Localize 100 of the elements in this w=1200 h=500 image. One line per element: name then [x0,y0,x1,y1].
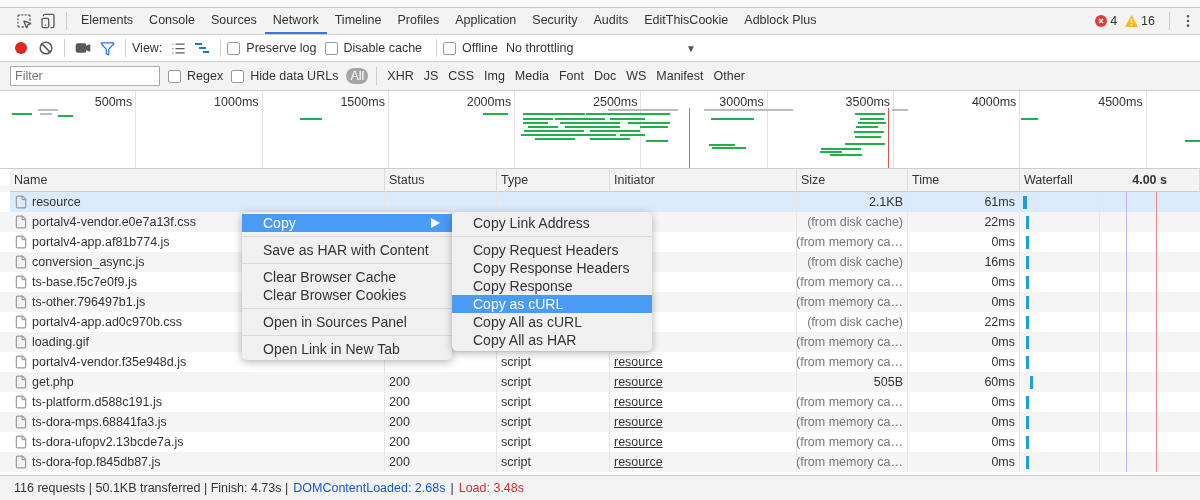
selected-row[interactable]: resource 2.1KB 61ms [10,192,1200,212]
option-label: Preserve log [246,41,317,55]
request-size: (from memory ca… [797,295,903,309]
waterfall-bar [1026,335,1029,349]
menu-item[interactable]: Open Link in New Tab [242,340,452,358]
waterfall-bar [1026,355,1029,369]
file-icon [14,295,28,309]
request-name[interactable]: get.php [32,375,74,389]
request-name[interactable]: conversion_async.js [32,255,145,269]
panel-tab[interactable]: Timeline [326,8,390,34]
initiator-link[interactable]: resource [614,435,663,449]
menu-item[interactable]: Clear Browser Cookies [242,286,452,304]
request-name[interactable]: ts-base.f5c7e0f9.js [32,275,137,289]
waterfall-bar [1026,415,1029,429]
column-header[interactable]: Name [14,173,48,187]
column-header[interactable]: Initiator [614,173,655,187]
status-text: DOMContentLoaded: 2.68s [293,481,446,495]
request-name[interactable]: ts-dora-ufopv2.13bcde7a.js [32,435,184,449]
request-name[interactable]: portalv4-vendor.f35e948d.js [32,355,187,369]
column-header[interactable]: Type [501,173,529,187]
menu-item[interactable]: Copy Response Headers [452,259,652,277]
menu-item[interactable]: Clear Browser Cache [242,268,452,286]
request-name[interactable]: ts-dora-mps.68841fa3.js [32,415,167,429]
panel-tab[interactable]: Adblock Plus [736,8,825,34]
initiator-link[interactable]: resource [614,355,663,369]
checkbox[interactable] [443,41,457,55]
type-filter[interactable]: Img [480,68,509,84]
panel-tab[interactable]: Profiles [389,8,448,34]
request-name[interactable]: loading.gif [32,335,89,349]
request-name[interactable]: ts-dora-fop.f845db87.js [32,455,161,469]
panel-tab[interactable]: Security [524,8,586,34]
request-size: (from memory ca… [797,235,903,249]
column-header[interactable]: Time [912,173,940,187]
panel-tab[interactable]: Console [141,8,203,34]
type-filter[interactable]: WS [622,68,651,84]
request-time: 0ms [991,415,1015,429]
type-filter[interactable]: CSS [444,68,478,84]
type-filter[interactable]: XHR [383,68,418,84]
type-filter[interactable]: Manifest [652,68,708,84]
panel-tab[interactable]: Sources [203,8,265,34]
throttling-select[interactable]: No throttling [505,41,574,55]
waterfall-bar [1026,455,1029,469]
time-tick: 3000ms [719,95,764,109]
type-filter[interactable]: Media [510,68,553,84]
column-header[interactable]: Size [801,173,826,187]
file-icon [14,415,28,429]
waterfall-bar [1026,295,1029,309]
status-code: 200 [389,415,410,429]
request-size: (from memory ca… [797,415,903,429]
request-type: script [501,415,531,429]
initiator-link[interactable]: resource [614,395,663,409]
menu-item[interactable]: Copy All as HAR [452,331,652,349]
menu-item[interactable]: Copy Request Headers [452,241,652,259]
panel-tab[interactable]: EditThisCookie [636,8,737,34]
type-filter[interactable]: Other [709,68,749,84]
record-icon[interactable] [14,41,28,55]
error-count: 4 [1110,14,1118,28]
type-filter[interactable]: JS [419,68,443,84]
menu-item[interactable]: Copy Response [452,277,652,295]
request-name[interactable]: ts-other.796497b1.js [32,295,146,309]
waterfall-bar [1030,375,1033,389]
initiator-link[interactable]: resource [614,455,663,469]
menu-item[interactable]: Save as HAR with Content [242,241,452,259]
panel-tab[interactable]: Audits [585,8,637,34]
request-name[interactable]: resource [32,195,81,209]
checkbox[interactable] [227,41,241,55]
waterfall-bar [1026,315,1029,329]
request-size: (from disk cache) [807,255,903,269]
status-text: | [450,481,454,495]
type-filter[interactable]: Font [554,68,588,84]
panel-tab[interactable]: Elements [73,8,142,34]
type-filter[interactable]: Doc [589,68,621,84]
file-icon [14,275,28,289]
request-time: 16ms [984,255,1015,269]
request-time: 0ms [991,295,1015,309]
menu-item[interactable]: Copy All as cURL [452,313,652,331]
request-name[interactable]: portalv4-app.ad0c970b.css [32,315,183,329]
request-type: script [501,455,531,469]
menu-item[interactable]: Copy Link Address [452,214,652,232]
file-icon [14,455,28,469]
request-name[interactable]: ts-platform.d588c191.js [32,395,162,409]
request-size: (from memory ca… [797,275,903,289]
dropdown-arrow[interactable]: ▼ [686,42,696,54]
panel-tab[interactable]: Application [447,8,525,34]
file-icon [14,395,28,409]
initiator-link[interactable]: resource [614,375,663,389]
checkbox[interactable] [168,69,181,83]
column-header[interactable]: Waterfall [1024,173,1073,187]
checkbox[interactable] [324,41,338,55]
request-time: 22ms [984,315,1015,329]
checkbox[interactable] [231,69,245,83]
request-type: script [501,355,531,369]
menu-item[interactable]: Open in Sources Panel [242,313,452,331]
column-header[interactable]: Status [389,173,425,187]
request-name[interactable]: portalv4-vendor.e0e7a13f.css [32,215,196,229]
initiator-link[interactable]: resource [614,415,663,429]
time-tick: 3500ms [845,95,891,109]
file-icon [14,255,28,269]
filter-field[interactable]: Filter [10,66,160,86]
request-name[interactable]: portalv4-app.af81b774.js [32,235,170,249]
